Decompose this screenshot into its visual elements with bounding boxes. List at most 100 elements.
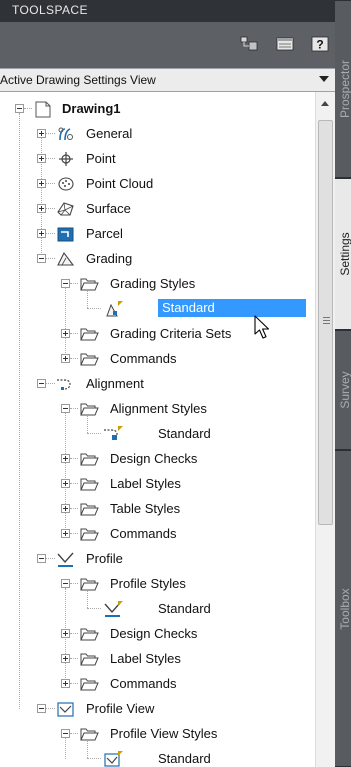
side-tab-label: Toolbox — [338, 587, 351, 630]
tree-connector-line — [70, 533, 78, 534]
tree-item-label: Profile View — [86, 701, 155, 716]
tree-connector-line — [87, 291, 88, 308]
tree-item[interactable]: Label Styles — [0, 472, 315, 497]
tree-connector-line — [70, 633, 78, 634]
tree-connector-line — [87, 308, 101, 309]
view-selector-value: Active Drawing Settings View — [0, 73, 156, 87]
view-selector[interactable]: Active Drawing Settings View — [0, 68, 335, 92]
expand-icon[interactable] — [37, 229, 46, 238]
tree-item[interactable]: General — [0, 122, 315, 147]
item-view-icon[interactable] — [276, 36, 294, 52]
dropdown-arrow-icon[interactable] — [319, 76, 329, 82]
side-tab-toolbox[interactable]: Toolbox — [335, 450, 351, 767]
expand-icon[interactable] — [37, 154, 46, 163]
tree-connector-line — [87, 591, 88, 608]
tree-item[interactable]: Alignment Styles — [0, 397, 315, 422]
palette-titlebar[interactable]: TOOLSPACE — [0, 0, 335, 22]
tree-item[interactable]: Alignment — [0, 372, 315, 397]
expand-icon[interactable] — [61, 679, 70, 688]
tree-connector-line — [70, 408, 78, 409]
display-mode-icon[interactable] — [240, 36, 258, 52]
tree-item[interactable]: Design Checks — [0, 447, 315, 472]
tree-item[interactable]: Commands — [0, 347, 315, 372]
collapse-icon[interactable] — [61, 579, 70, 588]
tree-item[interactable]: Profile View Styles — [0, 722, 315, 747]
side-tab-prospector[interactable]: Prospector — [335, 0, 351, 178]
side-tab-label: Settings — [338, 232, 351, 276]
expand-icon[interactable] — [61, 504, 70, 513]
folder-open-icon — [79, 500, 99, 518]
tree-item[interactable]: Commands — [0, 522, 315, 547]
collapse-icon[interactable] — [37, 704, 46, 713]
expand-icon[interactable] — [61, 329, 70, 338]
tree-item-label: Standard — [158, 426, 211, 441]
tree-item[interactable]: Standard — [0, 741, 315, 767]
tree-item[interactable]: Parcel — [0, 222, 315, 247]
folder-open-icon — [79, 350, 99, 368]
collapse-icon[interactable] — [61, 729, 70, 738]
side-tab-settings[interactable]: Settings — [335, 178, 351, 330]
folder-open-icon — [79, 400, 99, 418]
expand-icon[interactable] — [61, 479, 70, 488]
general-settings-icon — [56, 125, 76, 143]
tree-connector-line — [46, 208, 55, 209]
tree-item[interactable]: Design Checks — [0, 622, 315, 647]
expand-icon[interactable] — [61, 629, 70, 638]
folder-open-icon — [79, 475, 99, 493]
tree-item[interactable]: Standard — [0, 416, 315, 447]
tree-item[interactable]: Table Styles — [0, 497, 315, 522]
tree-item-label: Label Styles — [110, 476, 181, 491]
collapse-icon[interactable] — [15, 104, 24, 113]
expand-icon[interactable] — [61, 654, 70, 663]
tree-item[interactable]: Standard — [0, 591, 315, 622]
tree-item[interactable]: Grading Styles — [0, 272, 315, 297]
tree-connector-line — [70, 508, 78, 509]
tree-connector-line — [46, 558, 55, 559]
alignment-style-icon — [103, 425, 123, 443]
tree-item-label: Commands — [110, 351, 177, 366]
tree-item[interactable]: Profile Styles — [0, 572, 315, 597]
tree-scrollbar[interactable] — [315, 92, 335, 767]
help-icon[interactable]: ? — [311, 36, 329, 52]
tree-item[interactable]: Surface — [0, 197, 315, 222]
palette-title: TOOLSPACE — [12, 3, 88, 17]
tree-item[interactable]: Point Cloud — [0, 172, 315, 197]
tree-item[interactable]: Profile View — [0, 697, 315, 722]
side-tab-survey[interactable]: Survey — [335, 330, 351, 450]
expand-icon[interactable] — [37, 204, 46, 213]
collapse-icon[interactable] — [37, 254, 46, 263]
expand-icon[interactable] — [61, 354, 70, 363]
tree-item[interactable]: Commands — [0, 672, 315, 697]
collapse-icon[interactable] — [61, 279, 70, 288]
expand-icon[interactable] — [37, 129, 46, 138]
point-icon — [56, 150, 76, 168]
collapse-icon[interactable] — [37, 379, 46, 388]
tree-item[interactable]: Grading — [0, 247, 315, 272]
tree-connector-line — [24, 108, 32, 109]
tree-connector-line — [87, 416, 88, 433]
scroll-up-icon[interactable] — [321, 101, 329, 106]
collapse-icon[interactable] — [37, 554, 46, 563]
tree-connector-line — [46, 133, 55, 134]
tree-item[interactable]: Drawing1 — [0, 97, 315, 122]
expand-icon[interactable] — [61, 454, 70, 463]
tree-item-label: Alignment — [86, 376, 144, 391]
scrollbar-thumb[interactable] — [318, 120, 333, 525]
tree-item[interactable]: Label Styles — [0, 647, 315, 672]
expand-icon[interactable] — [61, 529, 70, 538]
tree-item[interactable]: Point — [0, 147, 315, 172]
tree-item-label: Profile — [86, 551, 123, 566]
tree-item-label: Profile View Styles — [110, 726, 218, 741]
tree-item-label: Point — [86, 151, 116, 166]
collapse-icon[interactable] — [61, 404, 70, 413]
tree-connector-line — [70, 583, 78, 584]
tree-connector-line — [70, 333, 78, 334]
tree-item-label: Alignment Styles — [110, 401, 207, 416]
tree-connector-line — [70, 458, 78, 459]
folder-open-icon — [79, 525, 99, 543]
tree-connector-line — [46, 233, 55, 234]
tree-item[interactable]: Profile — [0, 547, 315, 572]
tree-connector-line — [70, 483, 78, 484]
expand-icon[interactable] — [37, 179, 46, 188]
tree-connector-line — [70, 658, 78, 659]
